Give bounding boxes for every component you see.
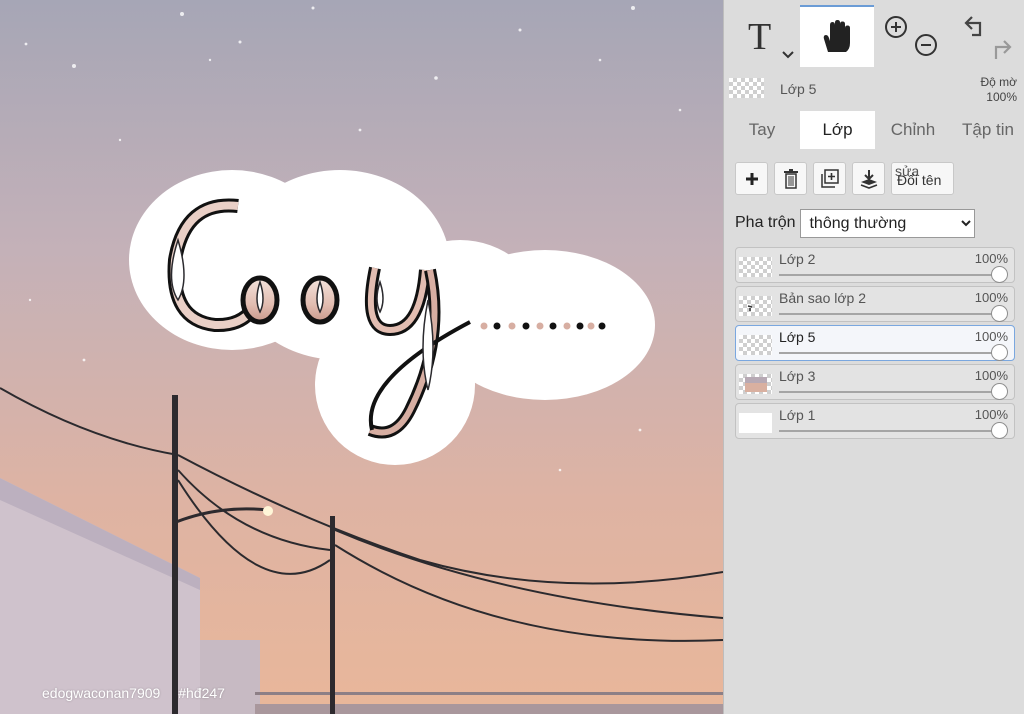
layer-thumbnail [739,296,772,316]
undo-redo-buttons[interactable] [950,5,1024,67]
hand-icon [823,20,850,52]
image-canvas[interactable]: edogwaconan7909 #hđ247 [0,0,723,714]
layer-thumbnail [739,257,772,277]
opacity-label: Độ mờ [980,75,1017,89]
plus-icon [745,172,758,185]
tab-lop[interactable]: Lớp [800,111,875,149]
watermark-text: edogwaconan7909 #hđ247 [42,685,225,701]
current-layer-info: Lớp 5 Độ mờ 100% [724,70,1024,108]
zoom-tool-button[interactable] [874,5,950,67]
layer-name: Bản sao lớp 2 [779,290,867,306]
opacity-slider-track[interactable] [779,352,1000,354]
chevron-down-icon [782,51,794,59]
tab-tay[interactable]: Tay [724,111,800,149]
layer-opacity: 100% [974,407,1008,422]
layer-opacity: 100% [974,251,1008,266]
opacity-slider-handle[interactable] [991,266,1008,283]
layer-opacity: 100% [974,329,1008,344]
merge-down-icon [860,169,877,189]
opacity-slider-handle[interactable] [991,422,1008,439]
layer-thumbnail [739,335,772,355]
duplicate-icon [820,168,839,188]
opacity-slider-track[interactable] [779,313,1000,315]
tab-chinh[interactable]: Chỉnh [875,111,951,149]
opacity-slider-track[interactable] [779,430,1000,432]
panel-tabs: Tay Lớp Chỉnh Tập tin [724,111,1024,149]
opacity-slider-track[interactable] [779,274,1000,276]
text-tool-button[interactable]: T [724,5,800,67]
watermark-user: edogwaconan7909 [42,685,161,701]
opacity-slider-handle[interactable] [991,344,1008,361]
tab-tap-tin[interactable]: Tập tin [951,111,1024,149]
layer-item[interactable]: Lớp 1 100% [735,403,1015,439]
layer-item[interactable]: Bản sao lớp 2 100% [735,286,1015,322]
side-panel: T Lớp 5 Độ mờ 100% Tay Lớp Chỉnh Tập tin… [723,0,1024,714]
layer-item-active[interactable]: Lớp 5 100% [735,325,1015,361]
rename-layer-button[interactable]: sửa Đổi tên [891,162,954,195]
delete-layer-button[interactable] [774,162,807,195]
canvas-artwork [0,0,723,714]
layer-thumbnail-photo [745,377,767,392]
undo-redo-icon [964,16,1012,59]
merge-down-button[interactable] [852,162,885,195]
layer-opacity: 100% [974,290,1008,305]
layer-item[interactable]: Lớp 3 100% [735,364,1015,400]
blend-mode-row: Pha trộn thông thường [735,208,976,238]
add-layer-button[interactable] [735,162,768,195]
zoom-in-out-icon [885,16,937,56]
opacity-slider-handle[interactable] [991,305,1008,322]
toolbar: T [724,5,1024,67]
text-tool-icon: T [748,16,772,58]
blend-mode-select[interactable]: thông thường [800,208,976,238]
opacity-value: 100% [986,90,1017,104]
layer-name: Lớp 2 [779,251,816,267]
layer-list: Lớp 2 100% Bản sao lớp 2 100% Lớp 5 100% [735,247,1015,442]
layer-item[interactable]: Lớp 2 100% [735,247,1015,283]
layer-name: Lớp 1 [779,407,816,423]
opacity-slider-track[interactable] [779,391,1000,393]
layer-thumbnail-mark [747,305,753,311]
layer-name: Lớp 3 [779,368,816,384]
layer-thumbnail [739,413,772,433]
layer-name: Lớp 5 [779,329,816,345]
duplicate-layer-button[interactable] [813,162,846,195]
layer-opacity: 100% [974,368,1008,383]
trash-icon [783,168,798,189]
watermark-tag: #hđ247 [178,685,225,701]
current-layer-opacity[interactable]: Độ mờ 100% [980,75,1017,105]
rename-label: Đổi tên [897,172,942,188]
opacity-slider-handle[interactable] [991,383,1008,400]
layer-thumbnail [739,374,772,394]
current-layer-thumbnail [729,78,764,98]
hand-tool-button[interactable] [800,5,874,67]
blend-mode-label: Pha trộn [735,214,796,231]
current-layer-name: Lớp 5 [780,81,817,97]
